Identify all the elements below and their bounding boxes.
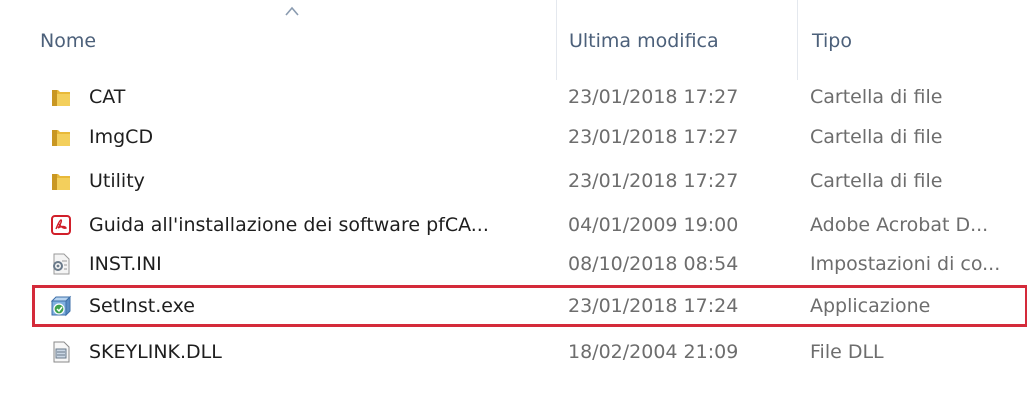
file-name: SKEYLINK.DLL	[89, 341, 222, 363]
file-type: Cartella di file	[810, 86, 943, 108]
dll-file-icon	[53, 341, 70, 363]
file-date-modified: 08/10/2018 08:54	[568, 253, 739, 275]
file-type: File DLL	[810, 341, 884, 363]
file-date-modified: 18/02/2004 21:09	[568, 341, 739, 363]
file-row-imgcd[interactable]: ImgCD 23/01/2018 17:27 Cartella di file	[38, 117, 1027, 157]
folder-icon	[52, 174, 70, 190]
column-header-name[interactable]: Nome	[40, 0, 555, 80]
file-date-modified: 23/01/2018 17:24	[568, 295, 739, 317]
file-name: INST.INI	[89, 253, 162, 275]
file-name: ImgCD	[89, 126, 154, 148]
file-explorer-list: Nome Ultima modifica Tipo CAT 23/01/2018…	[0, 0, 1027, 414]
file-type: Adobe Acrobat D...	[810, 214, 989, 236]
file-date-modified: 23/01/2018 17:27	[568, 126, 739, 148]
column-header: Nome Ultima modifica Tipo	[0, 0, 1027, 80]
column-header-type[interactable]: Tipo	[797, 0, 1027, 80]
file-type: Cartella di file	[810, 126, 943, 148]
file-row-utility[interactable]: Utility 23/01/2018 17:27 Cartella di fil…	[38, 161, 1027, 201]
pdf-icon	[51, 215, 71, 235]
file-name: SetInst.exe	[89, 295, 195, 317]
file-type: Applicazione	[810, 295, 931, 317]
ini-settings-icon	[53, 253, 70, 275]
column-header-date-modified[interactable]: Ultima modifica	[556, 0, 796, 80]
file-name: Utility	[89, 170, 145, 192]
file-row-cat[interactable]: CAT 23/01/2018 17:27 Cartella di file	[38, 77, 1027, 117]
folder-icon	[52, 130, 70, 146]
file-name: Guida all'installazione dei software pfC…	[89, 214, 489, 236]
file-row-guida-pdf[interactable]: Guida all'installazione dei software pfC…	[38, 205, 1027, 245]
setup-exe-icon	[50, 295, 72, 317]
file-date-modified: 23/01/2018 17:27	[568, 170, 739, 192]
file-row-inst-ini[interactable]: INST.INI 08/10/2018 08:54 Impostazioni d…	[38, 244, 1027, 284]
folder-icon	[52, 90, 70, 106]
file-name: CAT	[89, 86, 126, 108]
file-type: Impostazioni di co...	[810, 253, 1001, 275]
file-row-setinst-exe[interactable]: SetInst.exe 23/01/2018 17:24 Applicazion…	[32, 285, 1027, 327]
file-row-skeylink-dll[interactable]: SKEYLINK.DLL 18/02/2004 21:09 File DLL	[38, 332, 1027, 372]
file-date-modified: 23/01/2018 17:27	[568, 86, 739, 108]
file-type: Cartella di file	[810, 170, 943, 192]
file-date-modified: 04/01/2009 19:00	[568, 214, 739, 236]
